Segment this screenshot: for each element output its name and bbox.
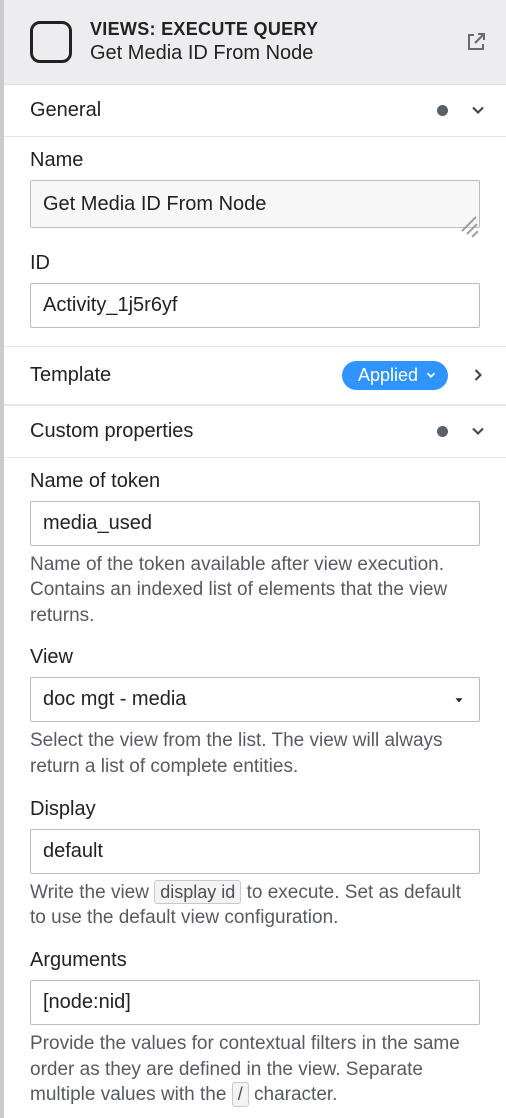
dirty-indicator-icon	[437, 105, 448, 116]
arguments-help-kbd: /	[232, 1082, 249, 1107]
display-help-kbd: display id	[154, 880, 241, 905]
chevron-right-icon	[468, 365, 488, 385]
arguments-label: Arguments	[30, 949, 480, 972]
template-applied-badge[interactable]: Applied	[342, 361, 448, 390]
section-toggle-general[interactable]: General	[4, 85, 506, 137]
template-badge-label: Applied	[358, 365, 418, 386]
id-input[interactable]	[30, 283, 480, 328]
name-label: Name	[30, 149, 480, 172]
chevron-down-icon	[468, 100, 488, 120]
section-body-general: Name ID	[4, 137, 506, 328]
section-toggle-custom[interactable]: Custom properties	[4, 406, 506, 458]
section-title-general: General	[30, 99, 437, 122]
section-body-custom: Name of token Name of the token availabl…	[4, 458, 506, 1108]
id-label: ID	[30, 252, 480, 275]
view-label: View	[30, 646, 480, 669]
section-toggle-template[interactable]: Template Applied	[4, 347, 506, 405]
header-subtitle: Get Media ID From Node	[90, 41, 446, 66]
chevron-down-icon	[424, 368, 438, 382]
section-title-custom: Custom properties	[30, 420, 437, 443]
header-overline: VIEWS: EXECUTE QUERY	[90, 18, 446, 41]
display-help: Write the view display id to execute. Se…	[30, 880, 480, 931]
arguments-help: Provide the values for contextual filter…	[30, 1031, 480, 1108]
token-input[interactable]	[30, 501, 480, 546]
arguments-input[interactable]	[30, 980, 480, 1025]
display-label: Display	[30, 798, 480, 821]
display-input[interactable]	[30, 829, 480, 874]
token-label: Name of token	[30, 470, 480, 493]
display-help-pre: Write the view	[30, 882, 154, 903]
task-icon	[30, 21, 72, 63]
view-select[interactable]	[30, 677, 480, 722]
token-help: Name of the token available after view e…	[30, 552, 480, 629]
arguments-help-post: character.	[249, 1084, 338, 1105]
name-input[interactable]	[30, 180, 480, 228]
open-external-icon[interactable]	[464, 30, 488, 54]
dirty-indicator-icon	[437, 426, 448, 437]
section-title-template: Template	[30, 364, 342, 387]
chevron-down-icon	[468, 421, 488, 441]
view-help: Select the view from the list. The view …	[30, 728, 480, 779]
panel-header: VIEWS: EXECUTE QUERY Get Media ID From N…	[4, 0, 506, 85]
